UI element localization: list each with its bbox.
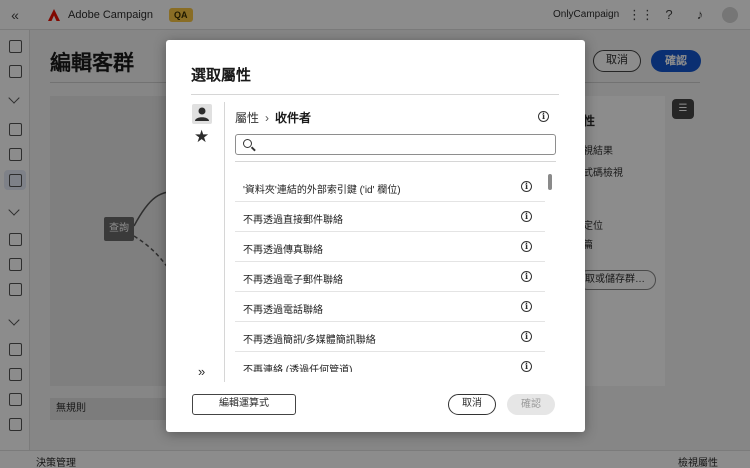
select-attribute-dialog: 選取屬性 ★ » 屬性 › 收件者 i '資料夾'連結的外部索引鍵 ('id' …	[166, 40, 585, 432]
search-input[interactable]	[258, 137, 548, 152]
list-item[interactable]: 不再透過電話聯絡 i	[235, 292, 545, 322]
user-icon	[195, 107, 209, 121]
dialog-title: 選取屬性	[191, 67, 252, 84]
recipient-attributes-tab[interactable]	[192, 104, 212, 124]
info-icon[interactable]: i	[521, 211, 532, 222]
dialog-confirm-button[interactable]: 確認	[507, 394, 555, 415]
list-item[interactable]: 不再透過直接郵件聯絡 i	[235, 202, 545, 232]
breadcrumb-separator: ›	[265, 110, 270, 125]
divider	[224, 102, 225, 382]
list-item[interactable]: 不再透過簡訊/多媒體簡訊聯絡 i	[235, 322, 545, 352]
attribute-label: 不再透過電子郵件聯絡	[243, 275, 343, 286]
attribute-label: 不再透過直接郵件聯絡	[243, 215, 343, 226]
search-icon	[243, 139, 252, 148]
breadcrumb-current: 收件者	[275, 111, 312, 125]
attribute-label: 不再連絡 (透過任何管道)	[243, 365, 353, 372]
breadcrumb-root[interactable]: 屬性	[235, 109, 259, 126]
attribute-label: '資料夾'連結的外部索引鍵 ('id' 欄位)	[243, 185, 401, 196]
list-scrollbar[interactable]	[548, 174, 552, 370]
divider	[191, 94, 559, 95]
list-item[interactable]: 不再連絡 (透過任何管道) i	[235, 352, 545, 372]
attribute-list: '資料夾'連結的外部索引鍵 ('id' 欄位) i 不再透過直接郵件聯絡 i 不…	[235, 172, 551, 372]
divider	[235, 161, 556, 162]
star-icon[interactable]: ★	[194, 127, 209, 147]
scrollbar-thumb[interactable]	[548, 174, 552, 190]
info-icon[interactable]: i	[521, 271, 532, 282]
info-icon[interactable]: i	[521, 181, 532, 192]
list-item[interactable]: '資料夾'連結的外部索引鍵 ('id' 欄位) i	[235, 172, 545, 202]
breadcrumb: 屬性 › 收件者	[235, 109, 311, 126]
list-item[interactable]: 不再透過傳真聯絡 i	[235, 232, 545, 262]
attribute-label: 不再透過簡訊/多媒體簡訊聯絡	[243, 335, 376, 346]
info-icon[interactable]: i	[521, 361, 532, 372]
info-icon[interactable]: i	[521, 301, 532, 312]
attribute-label: 不再透過電話聯絡	[243, 305, 323, 316]
list-item[interactable]: 不再透過電子郵件聯絡 i	[235, 262, 545, 292]
edit-expression-button[interactable]: 編輯運算式	[192, 394, 296, 415]
attribute-label: 不再透過傳真聯絡	[243, 245, 323, 256]
info-icon[interactable]: i	[521, 331, 532, 342]
info-icon[interactable]: i	[521, 241, 532, 252]
dialog-cancel-button[interactable]: 取消	[448, 394, 496, 415]
search-field[interactable]	[235, 134, 556, 155]
info-icon[interactable]: i	[538, 111, 549, 122]
expand-panel-icon[interactable]: »	[198, 364, 205, 379]
